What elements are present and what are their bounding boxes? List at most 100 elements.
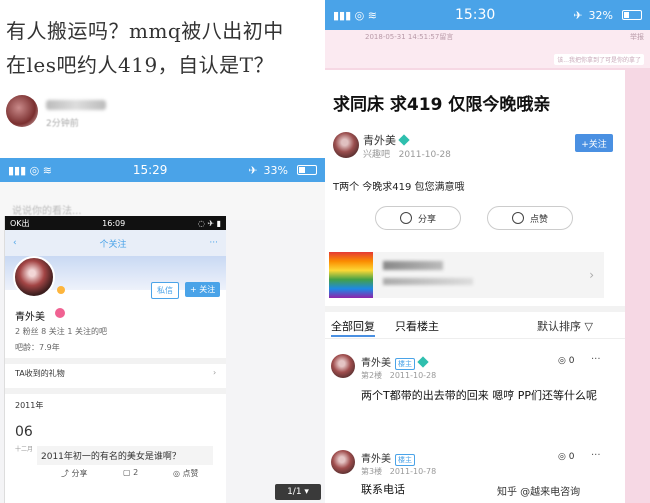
reply-like[interactable]: ◎ 0: [558, 452, 574, 462]
reply-floor: 第2楼: [361, 371, 383, 380]
mini-tag: 该...我把你拿到了可是你的拿了: [554, 54, 644, 65]
caption-username-blurred: [46, 100, 106, 110]
divider: [325, 306, 625, 312]
left-phone-screenshot: ▮▮▮ ◎ ≋ 15:29 ✈ 33% 说说你的看法... OK出 16:09 …: [0, 158, 325, 503]
more-icon[interactable]: ···: [209, 238, 218, 248]
gender-icon: [55, 308, 65, 318]
divider: [325, 338, 625, 339]
filter-icon: ▽: [584, 320, 593, 333]
author-bar: 兴趣吧: [363, 150, 391, 160]
reply-like[interactable]: ◎ 0: [558, 356, 574, 366]
watermark: 知乎 @越来电咨询: [493, 482, 585, 499]
reply-tabs: 全部回复 只看楼主 默认排序 ▽: [325, 316, 625, 337]
post-body: T两个 今晚求419 包您满意哦: [333, 182, 465, 193]
share-action[interactable]: ⤴ 分享: [61, 468, 88, 479]
vip-gem-icon: [398, 134, 410, 146]
reply-avatar[interactable]: [331, 354, 355, 378]
reply-item: 青外美 楼主 第2楼 2011-10-28 ◎ 0 ··· 两个T都带的出去带的回…: [325, 346, 625, 426]
reply-author[interactable]: 青外美 楼主: [361, 354, 429, 370]
inner-status-bar: OK出 16:09 ◌ ✈ ▮: [5, 216, 226, 230]
inner-time: 16:09: [102, 218, 126, 228]
right-status-bar: ▮▮▮ ◎ ≋ 15:30 ✈ 32%: [325, 0, 650, 30]
reply-floor: 第3楼: [361, 467, 383, 476]
right-phone-screenshot: ▮▮▮ ◎ ≋ 15:30 ✈ 32% 2018-05-31 14:51:57留…: [325, 0, 650, 503]
caption-line-1: 有人搬运吗？mmq被八出初中: [6, 19, 284, 43]
battery-icon: [622, 10, 642, 20]
inner-status-icons: ◌ ✈ ▮: [197, 218, 221, 228]
chevron-right-icon[interactable]: ›: [213, 368, 216, 377]
chevron-right-icon[interactable]: ›: [589, 268, 594, 282]
like-icon: [511, 212, 524, 224]
post-card: 求同床 求419 仅限今晚哦亲 青外美 兴趣吧 2011-10-28 +关注 T…: [325, 70, 625, 503]
reply-author[interactable]: 青外美 楼主: [361, 450, 415, 466]
divider: [5, 388, 226, 394]
more-icon[interactable]: ···: [591, 450, 601, 461]
caption-title: 有人搬运吗？mmq被八出初中 在les吧约人419，自认是T？: [6, 14, 318, 82]
like-action[interactable]: ◎ 点赞: [173, 468, 199, 479]
tab-all-replies[interactable]: 全部回复: [331, 318, 375, 334]
promo-banner[interactable]: ›: [329, 252, 604, 298]
report-link[interactable]: 举报: [630, 32, 644, 42]
signal-icons: ▮▮▮ ◎ ≋: [333, 8, 377, 22]
post-meta: 兴趣吧 2011-10-28: [363, 147, 451, 160]
left-status-time: 15:29: [132, 163, 168, 177]
mute-icon: ✈: [248, 163, 258, 177]
left-search-placeholder: 说说你的看法...: [12, 206, 82, 217]
left-status-bar: ▮▮▮ ◎ ≋ 15:29 ✈ 33%: [0, 158, 325, 182]
mute-icon: ✈: [573, 8, 583, 22]
post-month: 十二月: [15, 446, 34, 453]
message-button[interactable]: 私信: [151, 282, 179, 299]
inner-header: ‹ 个关注 ···: [5, 230, 226, 256]
reply-text: 两个T都带的出去带的回来 嗯哼 PP们还等什么呢: [361, 389, 597, 402]
divider: [5, 358, 226, 364]
battery-icon: [296, 165, 317, 175]
reply-action[interactable]: ▢ 2: [123, 468, 138, 477]
like-button[interactable]: 点赞: [487, 206, 573, 230]
page-indicator-button[interactable]: 1/1 ▾: [275, 484, 321, 500]
tab-op-only[interactable]: 只看楼主: [395, 318, 439, 334]
gifts-label[interactable]: TA收到的礼物: [15, 368, 65, 379]
follow-button[interactable]: + 关注: [185, 282, 221, 297]
reply-date: 2011-10-78: [389, 467, 437, 476]
caption-avatar[interactable]: [6, 95, 38, 127]
top-timestamp: 2018-05-31 14:51:57留言: [365, 33, 454, 41]
reply-meta: 第3楼 2011-10-78: [361, 466, 436, 477]
back-icon[interactable]: ‹: [13, 238, 17, 248]
reply-avatar[interactable]: [331, 450, 355, 474]
post-day: 06: [15, 424, 33, 440]
profile-stats: 2 粉丝 8 关注 1 关注的吧: [15, 327, 107, 336]
signal-icons: ▮▮▮ ◎ ≋: [8, 163, 52, 177]
post-date: 2011-10-28: [398, 150, 451, 160]
reply-meta: 第2楼 2011-10-28: [361, 370, 436, 381]
caption-line-2: 在les吧约人419，自认是T？: [6, 53, 275, 77]
level-badge-icon: [57, 286, 65, 294]
author-name[interactable]: 青外美: [363, 132, 410, 148]
vip-gem-icon: [417, 356, 429, 368]
left-search-strip[interactable]: 说说你的看法...: [0, 182, 325, 220]
op-badge: 楼主: [395, 454, 415, 466]
author-avatar[interactable]: [333, 132, 359, 158]
promo-title-blurred: [383, 261, 443, 270]
post-title: 求同床 求419 仅限今晚哦亲: [333, 95, 551, 115]
year-label: 2011年: [15, 401, 44, 410]
op-badge: 楼主: [395, 358, 415, 370]
share-button[interactable]: 分享: [375, 206, 461, 230]
profile-avatar[interactable]: [13, 256, 55, 298]
right-battery-text: 32%: [588, 8, 613, 22]
header-follow-label[interactable]: 个关注: [100, 237, 127, 250]
rainbow-thumbnail: [329, 252, 373, 298]
right-status-time: 15:30: [454, 7, 496, 23]
tab-sort[interactable]: 默认排序 ▽: [537, 318, 593, 334]
profile-username: 青外美: [15, 312, 45, 323]
profile-age: 吧龄：7.9年: [15, 343, 60, 352]
post-preview[interactable]: 2011年初一的有名的美女是谁啊？: [37, 446, 213, 465]
promo-subtitle-blurred: [383, 278, 473, 285]
left-battery-text: 33%: [263, 163, 288, 177]
follow-button[interactable]: +关注: [575, 134, 613, 152]
inner-profile-screen: OK出 16:09 ◌ ✈ ▮ ‹ 个关注 ··· 私信 + 关注 青外美 2 …: [4, 216, 226, 503]
more-icon[interactable]: ···: [591, 354, 601, 365]
caption-time: 2分钟前: [46, 119, 79, 129]
active-tab-underline: [331, 335, 375, 337]
top-strip: 2018-05-31 14:51:57留言 举报 该...我把你拿到了可是你的拿…: [325, 30, 650, 68]
caption-post: 有人搬运吗？mmq被八出初中 在les吧约人419，自认是T？ 2分钟前: [0, 0, 325, 158]
